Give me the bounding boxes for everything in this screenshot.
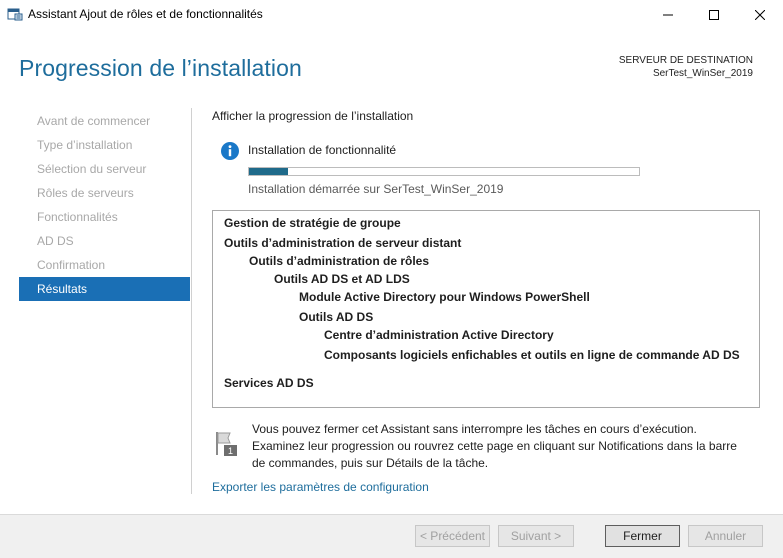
nav-item-roles-serveurs: Rôles de serveurs (37, 186, 134, 200)
close-icon (755, 10, 765, 20)
result-item: Outils AD DS (299, 310, 374, 324)
maximize-button[interactable] (691, 0, 737, 30)
svg-text:1: 1 (228, 446, 233, 456)
info-icon (221, 142, 239, 160)
result-item: Outils AD DS et AD LDS (274, 272, 410, 286)
result-item: Composants logiciels enfichables et outi… (324, 348, 740, 362)
result-item: Outils d’administration de serveur dista… (224, 236, 462, 250)
result-item: Centre d’administration Active Directory (324, 328, 554, 342)
server-manager-icon (7, 8, 23, 21)
title-bar: Assistant Ajout de rôles et de fonctionn… (0, 0, 783, 30)
minimize-icon (663, 14, 673, 16)
nav-divider (191, 108, 192, 494)
destination-server-name: SerTest_WinSer_2019 (652, 68, 753, 79)
nav-item-type-installation: Type d’installation (37, 138, 133, 152)
progress-fill (249, 168, 288, 175)
nav-item-selection-serveur: Sélection du serveur (37, 162, 147, 176)
nav-item-resultats[interactable]: Résultats (19, 277, 190, 301)
wizard-steps-nav: Avant de commencer Type d’installation S… (19, 109, 190, 301)
nav-item-avant-de-commencer: Avant de commencer (37, 114, 151, 128)
result-item: Outils d’administration de rôles (249, 254, 430, 268)
installation-progress-bar (248, 167, 640, 176)
next-button[interactable]: Suivant > (498, 525, 574, 547)
result-item: Gestion de stratégie de groupe (224, 216, 401, 230)
notification-flag-icon: 1 (216, 432, 237, 456)
window-title: Assistant Ajout de rôles et de fonctionn… (28, 7, 263, 21)
minimize-button[interactable] (645, 0, 691, 30)
results-list: Gestion de stratégie de groupe Outils d’… (212, 210, 760, 408)
result-item: Module Active Directory pour Windows Pow… (299, 290, 590, 304)
cancel-button[interactable]: Annuler (688, 525, 763, 547)
installation-status-detail: Installation démarrée sur SerTest_WinSer… (248, 182, 504, 196)
nav-item-confirmation: Confirmation (37, 258, 106, 272)
section-heading: Afficher la progression de l’installatio… (212, 109, 414, 123)
previous-button[interactable]: < Précédent (415, 525, 490, 547)
destination-server-label: SERVEUR DE DESTINATION (618, 55, 753, 66)
close-wizard-button[interactable]: Fermer (605, 525, 680, 547)
result-item: Services AD DS (224, 376, 314, 390)
installation-status-title: Installation de fonctionnalité (248, 143, 397, 157)
notification-hint-text: Vous pouvez fermer cet Assistant sans in… (252, 422, 737, 470)
close-button[interactable] (737, 0, 783, 30)
nav-item-fonctionnalites: Fonctionnalités (37, 210, 118, 224)
export-settings-link[interactable]: Exporter les paramètres de configuration (212, 480, 429, 494)
maximize-icon (709, 10, 719, 20)
nav-item-ad-ds: AD DS (37, 234, 74, 248)
page-title: Progression de l’installation (19, 55, 302, 81)
